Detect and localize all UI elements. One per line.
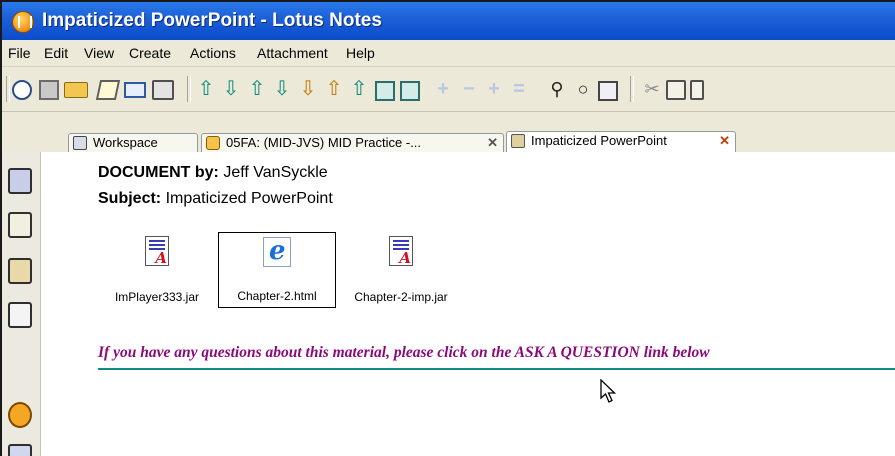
arrow-down-outline-icon[interactable]: ⇩: [272, 79, 292, 99]
menu-file[interactable]: File: [8, 45, 31, 61]
view-pane-icon[interactable]: [375, 81, 395, 101]
attachment-chapter-2-imp[interactable]: Chapter-2-imp.jar: [338, 232, 464, 308]
internet-explorer-icon: [263, 236, 291, 267]
menu-edit[interactable]: Edit: [44, 45, 68, 61]
mail-icon[interactable]: [8, 168, 32, 194]
document-icon: [511, 134, 525, 148]
toolbar-separator: [187, 76, 191, 102]
author-name: Jeff VanSyckle: [223, 164, 328, 181]
toolbar-separator: [630, 76, 634, 102]
tab-workspace[interactable]: Workspace: [68, 133, 198, 153]
tab-label: Workspace: [93, 135, 158, 150]
attachment-label: ImPlayer333.jar: [114, 290, 200, 304]
lotus-notes-app-icon[interactable]: [12, 11, 34, 33]
close-icon[interactable]: ✕: [487, 134, 498, 152]
more-bookmarks-icon[interactable]: [8, 444, 32, 456]
title-bar[interactable]: Impaticized PowerPoint - Lotus Notes: [2, 2, 895, 40]
star-down-icon[interactable]: ⇩: [298, 79, 318, 99]
tab-label: Impaticized PowerPoint: [531, 133, 667, 148]
tab-impaticized-powerpoint[interactable]: Impaticized PowerPoint ✕: [506, 131, 736, 153]
document-pane: DOCUMENT by: Jeff VanSyckle Subject: Imp…: [42, 152, 895, 456]
arrow-up-outline-icon[interactable]: ⇧: [247, 79, 267, 99]
star-up-icon[interactable]: ⇧: [324, 79, 344, 99]
jar-file-icon: [389, 236, 413, 267]
new-icon[interactable]: [12, 80, 32, 100]
toolbar: ⇧ ⇩ ⇧ ⇩ ⇩ ⇧ ⇧ + − + = ⚲ ○ ✂: [2, 67, 895, 112]
close-icon[interactable]: ✕: [719, 132, 730, 150]
subject-value: Impaticized PowerPoint: [165, 190, 333, 207]
author-label: DOCUMENT by:: [98, 164, 219, 181]
open-folder-icon[interactable]: [64, 82, 88, 98]
edit-document-icon[interactable]: [95, 80, 121, 100]
attachment-chapter-2-html[interactable]: Chapter-2.html: [218, 232, 336, 308]
todo-icon[interactable]: [8, 302, 32, 328]
question-note: If you have any questions about this mat…: [98, 344, 710, 361]
collapse-icon[interactable]: −: [459, 79, 479, 99]
binoculars-icon[interactable]: ⚲: [547, 79, 567, 99]
menu-actions[interactable]: Actions: [190, 45, 236, 61]
arrow-up-teal-icon[interactable]: ⇧: [349, 79, 369, 99]
attachment-label: Chapter-2-imp.jar: [354, 290, 448, 304]
cut-icon[interactable]: ✂: [642, 79, 662, 99]
attachment-label: Chapter-2.html: [237, 289, 317, 303]
paste-icon[interactable]: [690, 80, 704, 100]
tab-label: 05FA: (MID-JVS) MID Practice -...: [226, 135, 422, 150]
menu-create[interactable]: Create: [129, 45, 171, 61]
mouse-pointer-icon: [600, 379, 617, 403]
window-title: Impaticized PowerPoint - Lotus Notes: [42, 10, 382, 31]
expand-icon[interactable]: +: [433, 79, 453, 99]
author-line: DOCUMENT by: Jeff VanSyckle: [98, 164, 328, 182]
database-icon: [206, 136, 220, 150]
address-book-icon[interactable]: [8, 258, 32, 284]
save-icon[interactable]: [39, 80, 59, 100]
menu-attachment[interactable]: Attachment: [257, 45, 328, 61]
print-icon[interactable]: [152, 80, 174, 100]
search-bar-icon[interactable]: [598, 81, 618, 101]
menu-view[interactable]: View: [84, 45, 114, 61]
copy-icon[interactable]: [666, 80, 686, 100]
tab-database[interactable]: 05FA: (MID-JVS) MID Practice -... ✕: [201, 133, 504, 153]
toolbar-separator: [6, 76, 10, 102]
calendar-icon[interactable]: [8, 212, 32, 238]
collapse-all-icon[interactable]: =: [509, 79, 529, 99]
window: Impaticized PowerPoint - Lotus Notes Fil…: [0, 0, 895, 456]
subject-label: Subject:: [98, 190, 162, 207]
workspace-icon: [73, 136, 87, 150]
arrow-down-icon[interactable]: ⇩: [221, 79, 241, 99]
menu-bar: File Edit View Create Actions Attachment…: [2, 40, 895, 67]
forward-icon[interactable]: [124, 82, 146, 98]
jar-file-icon: [145, 236, 169, 267]
horizontal-rule: [98, 368, 895, 370]
replicator-icon[interactable]: [8, 402, 32, 428]
menu-help[interactable]: Help: [346, 45, 375, 61]
tab-strip: Workspace 05FA: (MID-JVS) MID Practice -…: [2, 112, 895, 153]
attachment-implayer333[interactable]: ImPlayer333.jar: [98, 232, 216, 308]
preview-icon[interactable]: [400, 81, 420, 101]
arrow-up-icon[interactable]: ⇧: [196, 79, 216, 99]
subject-line: Subject: Impaticized PowerPoint: [98, 190, 333, 208]
search-icon[interactable]: ○: [573, 79, 593, 99]
bookmark-sidebar: [2, 152, 41, 456]
expand-all-icon[interactable]: +: [484, 79, 504, 99]
